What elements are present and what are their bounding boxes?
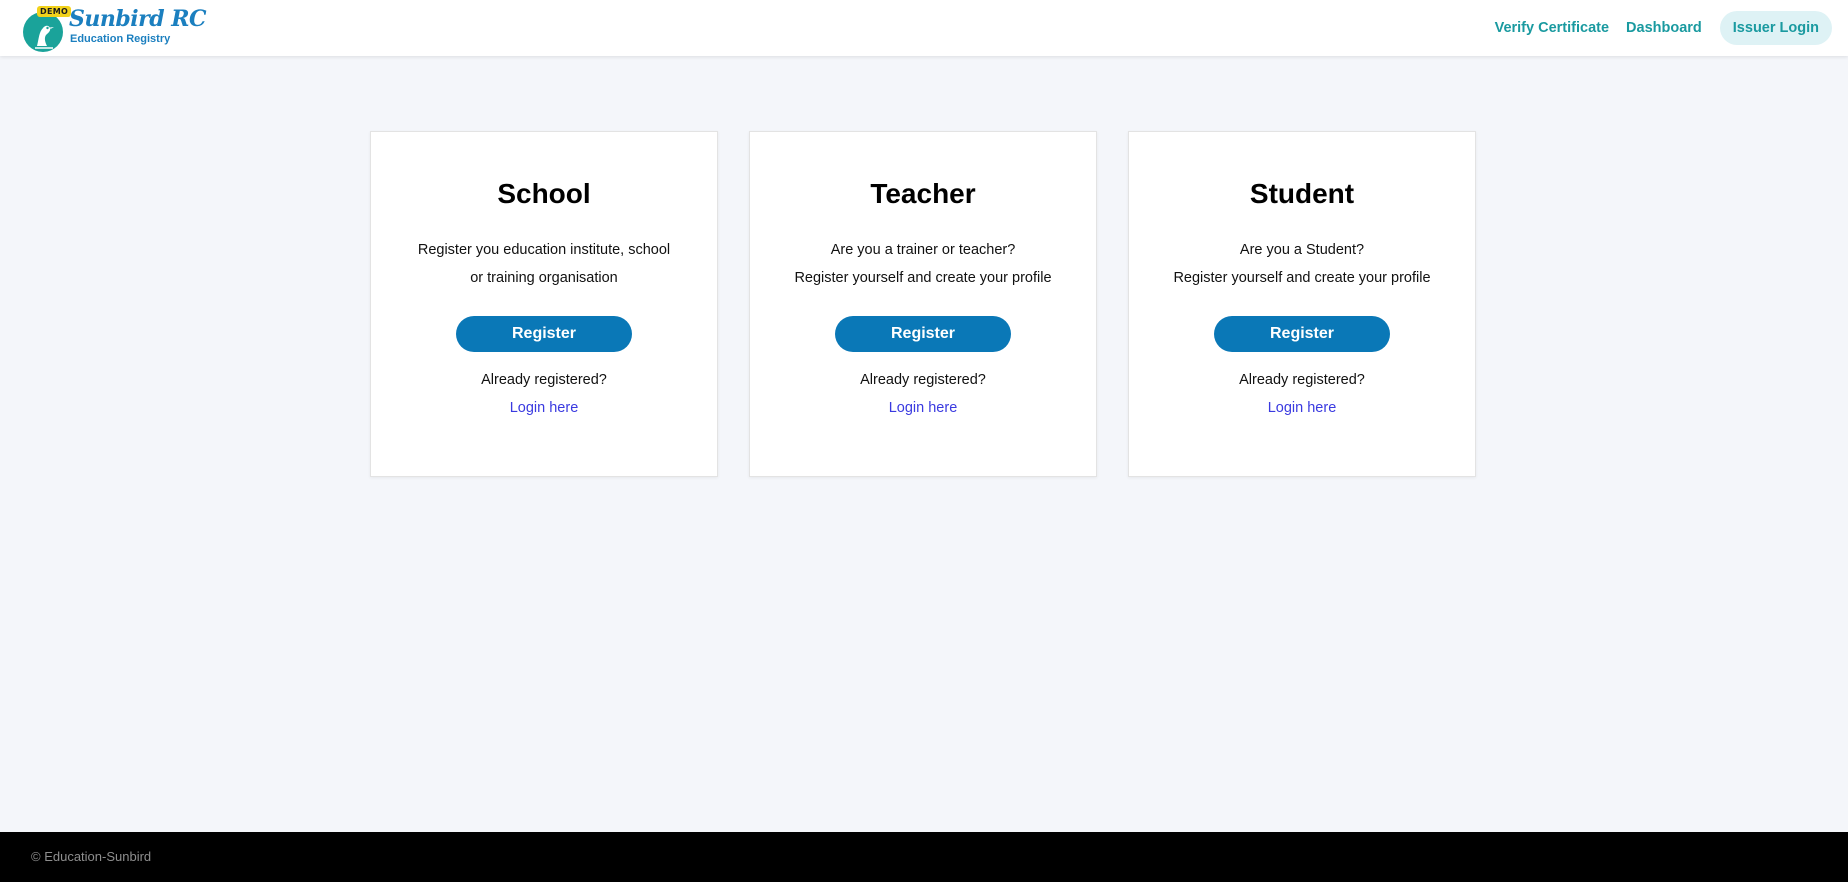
- demo-badge: DEMO: [37, 6, 72, 17]
- logo-subtitle: Education Registry: [70, 33, 171, 45]
- card-description-line: Register you education institute, school: [417, 242, 671, 258]
- card-description-line: Register yourself and create your profil…: [1173, 270, 1431, 286]
- card-title: Student: [1249, 178, 1355, 209]
- page-footer: © Education-Sunbird: [0, 832, 1848, 882]
- student-login-link[interactable]: Login here: [1268, 394, 1337, 422]
- school-register-button[interactable]: Register: [456, 316, 632, 352]
- issuer-login-button[interactable]: Issuer Login: [1719, 11, 1832, 45]
- logo-title: Sunbird RC: [69, 6, 207, 32]
- already-registered-text: Already registered?: [1239, 372, 1365, 388]
- bird-icon: [23, 12, 63, 52]
- student-card: Student Are you a Student? Register your…: [1128, 131, 1476, 477]
- top-header: DEMO Sunbird RC Education Registry Verif…: [0, 0, 1848, 56]
- registration-cards: School Register you education institute,…: [370, 131, 1476, 477]
- top-nav: Verify Certificate Dashboard Issuer Logi…: [1478, 10, 1832, 46]
- card-description: Register you education institute, school…: [371, 236, 717, 292]
- verify-certificate-link[interactable]: Verify Certificate: [1495, 20, 1609, 36]
- student-register-button[interactable]: Register: [1214, 316, 1390, 352]
- teacher-register-button[interactable]: Register: [835, 316, 1011, 352]
- card-title: School: [497, 178, 591, 209]
- card-description-line: or training organisation: [470, 270, 618, 286]
- already-registered-text: Already registered?: [860, 372, 986, 388]
- card-description-line: Register yourself and create your profil…: [794, 270, 1052, 286]
- card-description: Are you a trainer or teacher? Register y…: [750, 236, 1096, 292]
- card-title: Teacher: [870, 178, 976, 209]
- dashboard-link[interactable]: Dashboard: [1626, 20, 1702, 36]
- card-description-line: Are you a Student?: [1239, 242, 1365, 258]
- teacher-card: Teacher Are you a trainer or teacher? Re…: [749, 131, 1097, 477]
- already-registered-text: Already registered?: [481, 372, 607, 388]
- card-description-line: Are you a trainer or teacher?: [830, 242, 1016, 258]
- school-card: School Register you education institute,…: [370, 131, 718, 477]
- school-login-link[interactable]: Login here: [510, 394, 579, 422]
- teacher-login-link[interactable]: Login here: [889, 394, 958, 422]
- sunbird-logo[interactable]: DEMO Sunbird RC Education Registry: [23, 6, 207, 52]
- footer-copyright: © Education-Sunbird: [31, 849, 152, 864]
- card-description: Are you a Student? Register yourself and…: [1129, 236, 1475, 292]
